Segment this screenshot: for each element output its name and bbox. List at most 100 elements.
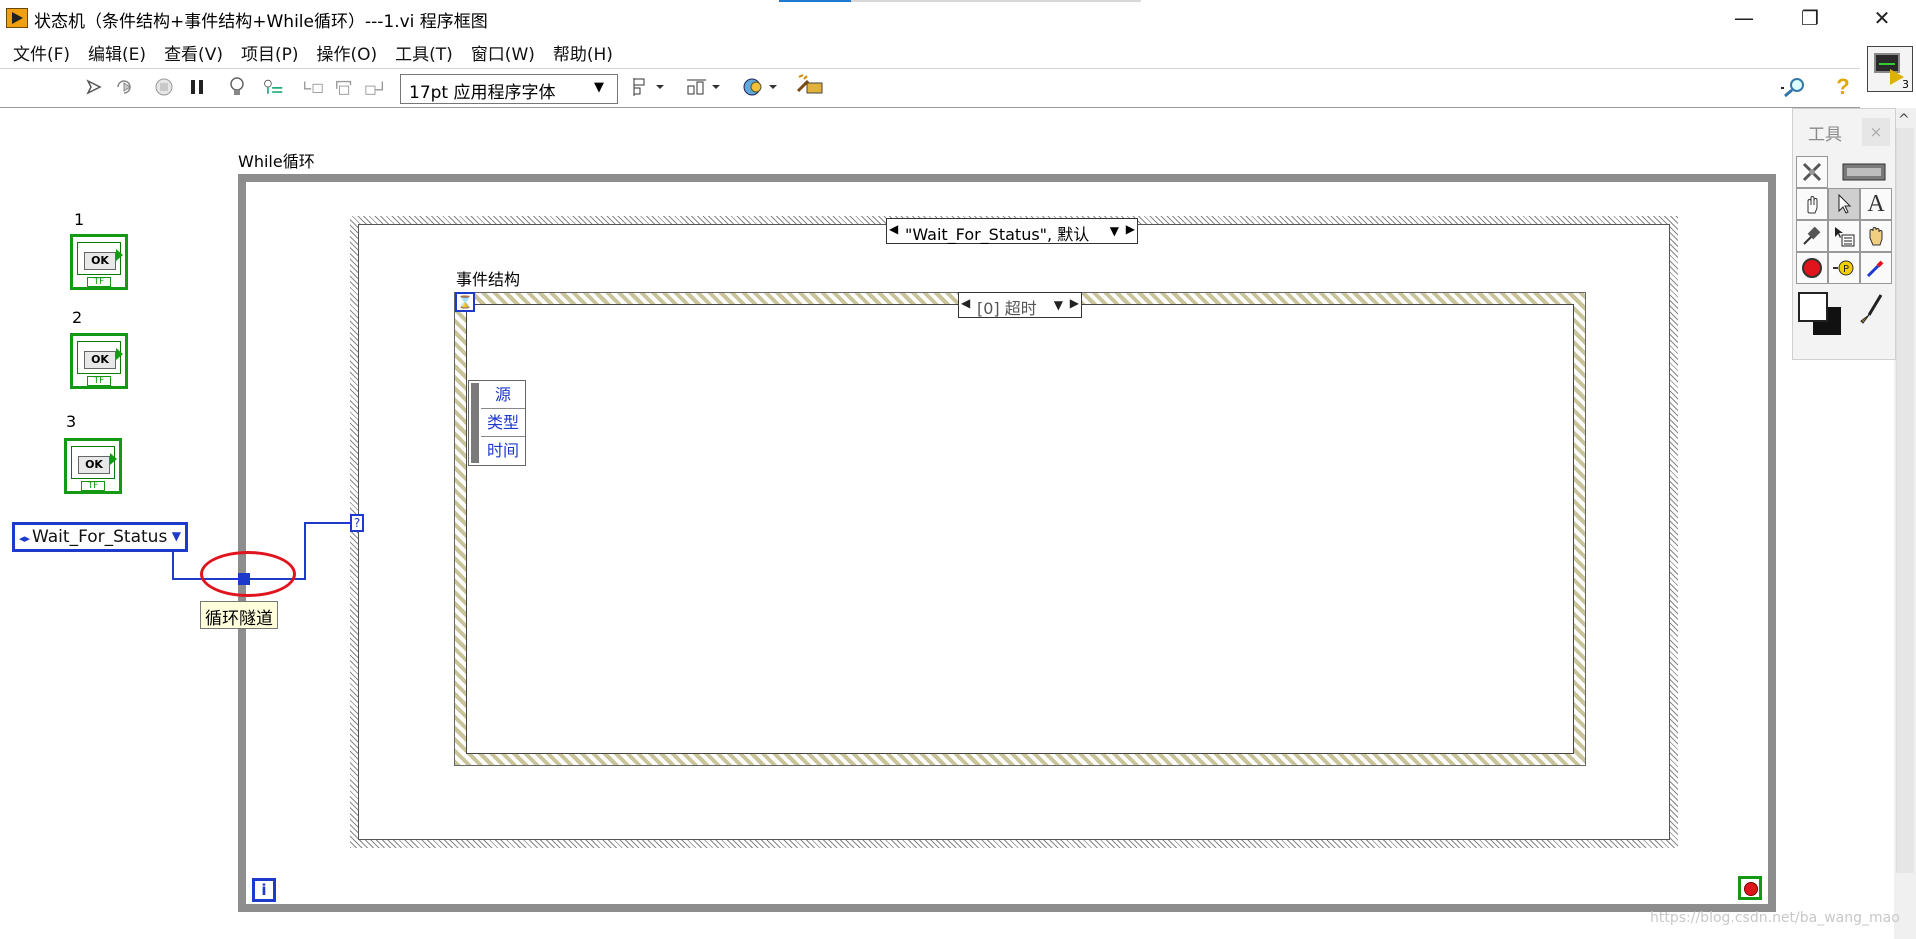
decrement-case-icon[interactable]: ◀ [889, 222, 898, 236]
event-data-node[interactable]: 源 类型 时间 [468, 380, 526, 466]
distribute-icon[interactable] [684, 76, 724, 98]
scroll-hand-icon[interactable] [1860, 220, 1892, 252]
breakpoint-icon[interactable] [1796, 252, 1828, 284]
title-bar: 状态机（条件结构+事件结构+While循环）---1.vi 程序框图 — ❐ ✕ [0, 0, 1916, 36]
menu-file[interactable]: 文件(F) [6, 40, 81, 65]
enum-value: Wait_For_Status [32, 527, 168, 547]
auto-tool-icon[interactable] [1796, 156, 1828, 188]
timeout-hourglass-icon[interactable]: ⌛ [455, 292, 475, 312]
event-data-type[interactable]: 类型 [481, 409, 525, 437]
window-title: 状态机（条件结构+事件结构+While循环）---1.vi 程序框图 [34, 12, 488, 32]
event-selector-value: [0] 超时 [977, 299, 1037, 318]
color-display-icon[interactable] [1840, 156, 1888, 188]
ok-button-face: OK [84, 351, 116, 369]
chevron-down-icon[interactable]: ▼ [1110, 224, 1119, 238]
bool-control-2[interactable]: OK TF [70, 333, 128, 389]
help-icon[interactable]: ? [1832, 74, 1854, 99]
enum-constant[interactable]: ◂▸ Wait_For_Status ▼ [12, 522, 188, 552]
align-icon[interactable] [630, 76, 670, 98]
chevron-down-icon[interactable]: ▼ [594, 80, 604, 95]
event-structure-label: 事件结构 [456, 270, 521, 289]
event-data-time[interactable]: 时间 [481, 437, 525, 465]
font-select[interactable]: 17pt 应用程序字体 [400, 74, 618, 104]
chevron-down-icon[interactable]: ▼ [172, 529, 181, 543]
menu-window[interactable]: 窗口(W) [464, 40, 546, 65]
wiring-spool-icon[interactable] [1796, 220, 1828, 252]
event-data-bar [471, 383, 479, 463]
bool-control-3[interactable]: OK TF [64, 438, 122, 494]
position-arrow-icon[interactable] [1828, 188, 1860, 220]
palette-close-button[interactable]: × [1862, 118, 1890, 146]
abort-icon[interactable] [153, 76, 175, 98]
output-arrow-icon [116, 348, 123, 360]
maximize-button[interactable]: ❐ [1778, 0, 1842, 36]
case-selector-terminal[interactable]: ? [350, 514, 364, 532]
labview-logo-icon [6, 8, 28, 28]
wire-segment[interactable] [304, 522, 306, 580]
increment-event-icon[interactable]: ▶ [1070, 296, 1079, 310]
shortcut-menu-icon[interactable] [1828, 220, 1860, 252]
run-continuous-icon[interactable] [114, 76, 136, 98]
menu-view[interactable]: 查看(V) [157, 40, 234, 65]
scroll-thumb[interactable] [1896, 128, 1914, 873]
minimize-button[interactable]: — [1712, 0, 1776, 36]
operate-hand-icon[interactable] [1796, 188, 1828, 220]
bool-label-3: 3 [66, 412, 77, 431]
menu-bar: 文件(F) 编辑(E) 查看(V) 项目(P) 操作(O) 工具(T) 窗口(W… [0, 36, 1860, 68]
menu-edit[interactable]: 编辑(E) [81, 40, 157, 65]
output-arrow-icon [116, 249, 123, 261]
bool-frame: OK [77, 341, 121, 374]
tf-badge: TF [87, 376, 111, 386]
tf-badge: TF [87, 277, 111, 287]
event-selector-label[interactable]: ◀ [0] 超时 ▼ ▶ [958, 292, 1082, 318]
bool-control-1[interactable]: OK TF [70, 234, 128, 290]
svg-text:P: P [1843, 264, 1849, 275]
enum-increment-icon: ◂▸ [19, 532, 31, 545]
menu-operate[interactable]: 操作(O) [310, 40, 389, 65]
taskbar-divider [851, 0, 1141, 2]
increment-case-icon[interactable]: ▶ [1126, 222, 1135, 236]
pause-icon[interactable] [186, 76, 208, 98]
chevron-down-icon[interactable]: ▼ [1054, 298, 1063, 312]
taskbar-accent [779, 0, 851, 2]
bool-label-1: 1 [74, 210, 85, 229]
paintbrush-icon[interactable] [1856, 294, 1888, 326]
step-out-icon[interactable] [364, 76, 386, 98]
edit-text-icon[interactable]: A [1860, 188, 1892, 220]
event-data-source[interactable]: 源 [481, 381, 525, 409]
wire-segment[interactable] [172, 550, 174, 580]
watermark: https://blog.csdn.net/ba_wang_mao [1650, 910, 1900, 926]
search-icon[interactable] [1780, 76, 1810, 98]
probe-icon[interactable]: P [1828, 252, 1860, 284]
close-button[interactable]: ✕ [1850, 0, 1914, 36]
menu-help[interactable]: 帮助(H) [546, 40, 624, 65]
wire-segment[interactable] [304, 522, 352, 524]
get-color-icon[interactable] [1860, 252, 1892, 284]
reorder-icon[interactable] [740, 76, 780, 98]
loop-condition-stop-icon[interactable] [1738, 876, 1762, 900]
menu-project[interactable]: 项目(P) [234, 40, 310, 65]
iteration-terminal[interactable]: i [252, 878, 276, 902]
decrement-event-icon[interactable]: ◀ [961, 296, 970, 310]
retain-wire-values-icon[interactable] [262, 76, 284, 98]
run-arrow-icon[interactable] [84, 76, 106, 98]
case-selector-value: "Wait_For_Status", 默认 [905, 225, 1090, 244]
cleanup-icon[interactable] [794, 74, 826, 96]
tools-palette-title: 工具 [1808, 125, 1842, 145]
vi-connector-number: 3 [1902, 78, 1909, 91]
highlight-execution-icon[interactable] [226, 76, 248, 98]
case-selector-label[interactable]: ◀ "Wait_For_Status", 默认 ▼ ▶ [886, 218, 1138, 244]
while-loop-label: While循环 [238, 152, 315, 171]
event-structure-diagram [466, 304, 1574, 754]
step-into-icon[interactable] [302, 76, 324, 98]
ok-button-face: OK [78, 456, 110, 474]
menu-tools[interactable]: 工具(T) [388, 40, 464, 65]
ok-button-face: OK [84, 252, 116, 270]
bool-label-2: 2 [72, 308, 83, 327]
highlight-ellipse [200, 551, 296, 597]
step-over-icon[interactable] [334, 76, 356, 98]
scroll-up-icon[interactable]: ^ [1898, 112, 1910, 128]
set-color-icon[interactable] [1796, 290, 1846, 340]
bool-frame: OK [71, 446, 115, 479]
output-arrow-icon [110, 453, 117, 465]
